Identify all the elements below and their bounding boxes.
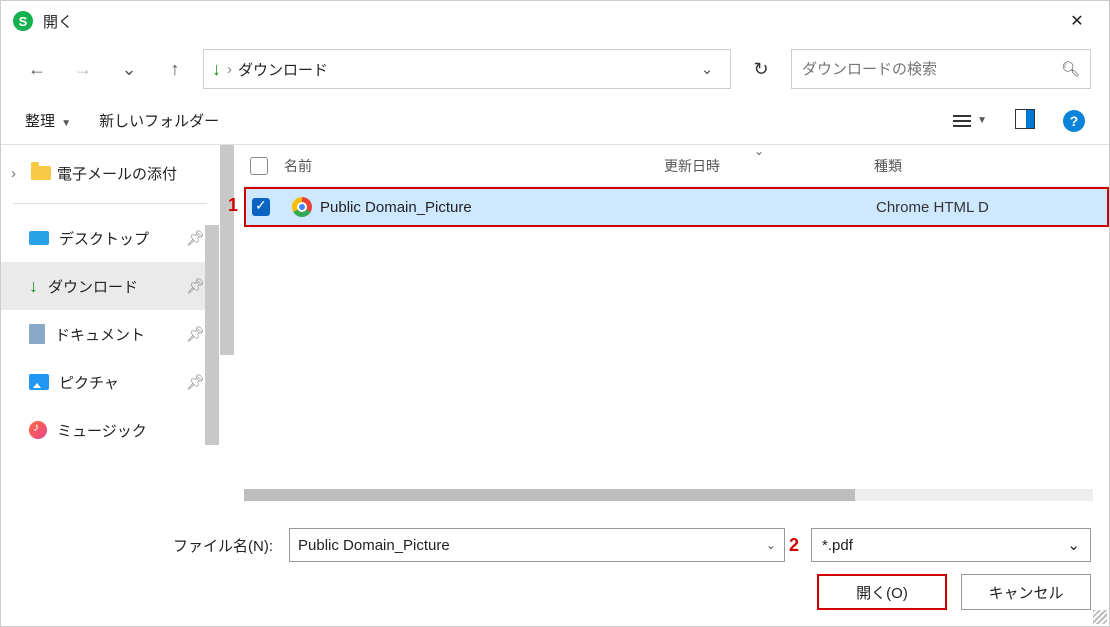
pin-icon: 📌︎ — [186, 325, 205, 343]
preview-pane-button[interactable] — [1015, 109, 1035, 133]
file-row[interactable]: 1 Public Domain_Picture Chrome HTML D — [244, 187, 1109, 227]
column-header-date[interactable]: ⌄ 更新日時 — [664, 156, 874, 176]
sidebar-item-label: ピクチャ — [59, 372, 119, 393]
folder-tree: 電子メールの添付 デスクトップ 📌︎ ↓ ダウンロード 📌︎ ドキュメント 📌︎… — [1, 145, 219, 505]
back-button[interactable]: ← — [19, 51, 55, 87]
pictures-icon — [29, 374, 49, 390]
download-icon: ↓ — [29, 276, 38, 297]
folder-icon — [31, 166, 51, 180]
open-button[interactable]: 開く(O) — [817, 574, 947, 610]
annotation-1: 1 — [228, 195, 238, 216]
filter-value: *.pdf — [822, 537, 853, 554]
list-view-icon — [953, 115, 971, 127]
recent-dropdown-icon[interactable]: ⌄ — [111, 51, 147, 87]
file-list: 名前 ⌄ 更新日時 種類 1 Public Domain_Picture Chr… — [219, 145, 1109, 505]
sidebar-item-desktop[interactable]: デスクトップ 📌︎ — [1, 214, 219, 262]
chrome-file-icon — [292, 197, 312, 217]
file-type-filter[interactable]: *.pdf ⌄ — [811, 528, 1091, 562]
divider — [13, 203, 207, 204]
filename-value: Public Domain_Picture — [298, 537, 450, 554]
search-box[interactable]: 🔍︎ — [791, 49, 1091, 89]
preview-pane-icon — [1015, 109, 1035, 129]
tree-item-email-attachments[interactable]: 電子メールの添付 — [1, 153, 219, 193]
resize-grip-icon[interactable] — [1093, 610, 1107, 624]
music-icon — [29, 421, 47, 439]
sidebar-item-documents[interactable]: ドキュメント 📌︎ — [1, 310, 219, 358]
chevron-down-icon[interactable]: ⌄ — [766, 538, 776, 552]
sidebar-item-pictures[interactable]: ピクチャ 📌︎ — [1, 358, 219, 406]
sidebar-item-label: ドキュメント — [55, 324, 145, 345]
filename-input[interactable]: Public Domain_Picture ⌄ — [289, 528, 785, 562]
close-icon[interactable]: ✕ — [1057, 1, 1097, 41]
scrollbar-thumb[interactable] — [244, 489, 855, 501]
list-scrollbar-vertical[interactable] — [220, 145, 234, 355]
pin-icon: 📌︎ — [186, 229, 205, 247]
sidebar-item-label: デスクトップ — [59, 228, 149, 249]
file-row-checkbox[interactable] — [246, 198, 286, 216]
organize-menu[interactable]: 整理 ▼ — [25, 110, 71, 131]
column-header-type[interactable]: 種類 — [874, 156, 1034, 176]
title-bar: S 開く ✕ — [1, 1, 1109, 41]
address-bar[interactable]: ↓ › ダウンロード ⌄ — [203, 49, 731, 89]
pin-icon: 📌︎ — [186, 277, 205, 295]
sidebar-item-label: ミュージック — [57, 420, 147, 441]
help-icon[interactable]: ? — [1063, 110, 1085, 132]
annotation-2: 2 — [789, 535, 799, 556]
window-title: 開く — [43, 11, 73, 32]
app-icon: S — [13, 11, 33, 31]
pin-icon: 📌︎ — [186, 373, 205, 391]
breadcrumb-separator-icon: › — [227, 61, 232, 78]
download-icon: ↓ — [212, 59, 221, 80]
column-header-name[interactable]: 名前 — [284, 156, 664, 176]
sidebar-item-music[interactable]: ミュージック — [1, 406, 219, 454]
document-icon — [29, 324, 45, 344]
organize-label: 整理 — [25, 113, 55, 130]
sidebar-item-downloads[interactable]: ↓ ダウンロード 📌︎ — [1, 262, 219, 310]
footer-controls: ファイル名(N): Public Domain_Picture ⌄ 2 *.pd… — [1, 514, 1109, 626]
sidebar-item-label: ダウンロード — [48, 276, 138, 297]
list-scrollbar-horizontal[interactable] — [244, 489, 1093, 501]
new-folder-button[interactable]: 新しいフォルダー — [99, 110, 219, 131]
refresh-button[interactable]: ↻ — [741, 59, 781, 80]
navigation-row: ← → ⌄ ↑ ↓ › ダウンロード ⌄ ↻ 🔍︎ — [1, 41, 1109, 97]
checkbox-checked-icon — [252, 198, 270, 216]
checkbox-icon — [250, 157, 268, 175]
open-button-label: 開く(O) — [856, 582, 908, 603]
column-headers: 名前 ⌄ 更新日時 種類 — [244, 145, 1109, 187]
chevron-down-icon: ▼ — [61, 118, 71, 129]
forward-button[interactable]: → — [65, 51, 101, 87]
chevron-down-icon: ▼ — [977, 115, 987, 126]
address-location: ダウンロード — [238, 59, 686, 80]
cancel-button-label: キャンセル — [988, 582, 1063, 603]
tree-scrollbar[interactable] — [205, 225, 219, 445]
chevron-down-icon[interactable]: ⌄ — [1067, 536, 1080, 554]
up-button[interactable]: ↑ — [157, 51, 193, 87]
filename-label: ファイル名(N): — [19, 535, 279, 556]
toolbar: 整理 ▼ 新しいフォルダー ▼ ? — [1, 97, 1109, 145]
header-checkbox[interactable] — [244, 157, 284, 175]
column-header-date-label: 更新日時 — [664, 158, 720, 174]
cancel-button[interactable]: キャンセル — [961, 574, 1091, 610]
file-name: Public Domain_Picture — [320, 199, 472, 216]
address-dropdown-icon[interactable]: ⌄ — [692, 60, 722, 78]
search-icon[interactable]: 🔍︎ — [1061, 60, 1080, 78]
file-type: Chrome HTML D — [876, 199, 1036, 216]
desktop-icon — [29, 231, 49, 245]
view-mode-button[interactable]: ▼ — [953, 115, 987, 127]
search-input[interactable] — [802, 61, 1061, 78]
tree-item-label: 電子メールの添付 — [57, 163, 177, 184]
sort-indicator-icon: ⌄ — [754, 144, 764, 158]
